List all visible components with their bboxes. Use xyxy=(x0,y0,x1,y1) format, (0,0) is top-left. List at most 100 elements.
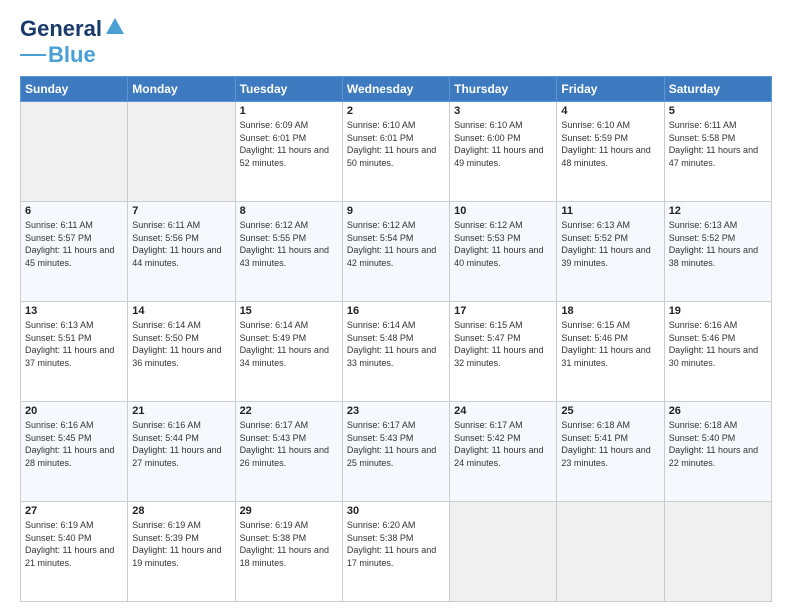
calendar-week-3: 13 Sunrise: 6:13 AM Sunset: 5:51 PM Dayli… xyxy=(21,302,772,402)
day-number: 24 xyxy=(454,405,552,417)
day-number: 28 xyxy=(132,505,230,517)
day-info: Sunrise: 6:11 AM Sunset: 5:58 PM Dayligh… xyxy=(669,119,767,169)
day-number: 12 xyxy=(669,205,767,217)
calendar-cell: 23 Sunrise: 6:17 AM Sunset: 5:43 PM Dayli… xyxy=(342,402,449,502)
day-number: 10 xyxy=(454,205,552,217)
day-header-saturday: Saturday xyxy=(664,77,771,102)
calendar-cell: 4 Sunrise: 6:10 AM Sunset: 5:59 PM Daylig… xyxy=(557,102,664,202)
day-info: Sunrise: 6:14 AM Sunset: 5:48 PM Dayligh… xyxy=(347,319,445,369)
day-info: Sunrise: 6:18 AM Sunset: 5:40 PM Dayligh… xyxy=(669,419,767,469)
day-info: Sunrise: 6:19 AM Sunset: 5:38 PM Dayligh… xyxy=(240,519,338,569)
day-info: Sunrise: 6:16 AM Sunset: 5:44 PM Dayligh… xyxy=(132,419,230,469)
calendar-cell: 3 Sunrise: 6:10 AM Sunset: 6:00 PM Daylig… xyxy=(450,102,557,202)
logo-blue: Blue xyxy=(48,42,96,68)
logo: General Blue xyxy=(20,16,126,68)
calendar-cell: 15 Sunrise: 6:14 AM Sunset: 5:49 PM Dayli… xyxy=(235,302,342,402)
day-info: Sunrise: 6:16 AM Sunset: 5:45 PM Dayligh… xyxy=(25,419,123,469)
day-info: Sunrise: 6:17 AM Sunset: 5:43 PM Dayligh… xyxy=(240,419,338,469)
day-info: Sunrise: 6:09 AM Sunset: 6:01 PM Dayligh… xyxy=(240,119,338,169)
calendar-cell: 6Sunrise: 6:11 AM Sunset: 5:57 PM Daylig… xyxy=(21,202,128,302)
calendar-week-1: 1 Sunrise: 6:09 AM Sunset: 6:01 PM Daylig… xyxy=(21,102,772,202)
calendar-cell xyxy=(557,502,664,602)
calendar-cell xyxy=(128,102,235,202)
calendar-cell: 27 Sunrise: 6:19 AM Sunset: 5:40 PM Dayli… xyxy=(21,502,128,602)
day-info: Sunrise: 6:11 AM Sunset: 5:56 PM Dayligh… xyxy=(132,219,230,269)
day-number: 22 xyxy=(240,405,338,417)
calendar-week-2: 6Sunrise: 6:11 AM Sunset: 5:57 PM Daylig… xyxy=(21,202,772,302)
calendar-cell: 21Sunrise: 6:16 AM Sunset: 5:44 PM Dayli… xyxy=(128,402,235,502)
calendar-week-4: 20 Sunrise: 6:16 AM Sunset: 5:45 PM Dayli… xyxy=(21,402,772,502)
day-number: 19 xyxy=(669,305,767,317)
day-info: Sunrise: 6:10 AM Sunset: 6:00 PM Dayligh… xyxy=(454,119,552,169)
calendar-cell: 11Sunrise: 6:13 AM Sunset: 5:52 PM Dayli… xyxy=(557,202,664,302)
day-info: Sunrise: 6:15 AM Sunset: 5:46 PM Dayligh… xyxy=(561,319,659,369)
calendar-cell xyxy=(21,102,128,202)
day-header-thursday: Thursday xyxy=(450,77,557,102)
day-info: Sunrise: 6:17 AM Sunset: 5:43 PM Dayligh… xyxy=(347,419,445,469)
calendar-cell: 20 Sunrise: 6:16 AM Sunset: 5:45 PM Dayli… xyxy=(21,402,128,502)
day-header-tuesday: Tuesday xyxy=(235,77,342,102)
day-number: 3 xyxy=(454,105,552,117)
logo-icon xyxy=(104,16,126,38)
day-header-wednesday: Wednesday xyxy=(342,77,449,102)
calendar-cell: 22 Sunrise: 6:17 AM Sunset: 5:43 PM Dayli… xyxy=(235,402,342,502)
calendar-cell: 14 Sunrise: 6:14 AM Sunset: 5:50 PM Dayli… xyxy=(128,302,235,402)
day-info: Sunrise: 6:10 AM Sunset: 6:01 PM Dayligh… xyxy=(347,119,445,169)
day-number: 8 xyxy=(240,205,338,217)
calendar-cell: 25Sunrise: 6:18 AM Sunset: 5:41 PM Dayli… xyxy=(557,402,664,502)
calendar-cell: 13 Sunrise: 6:13 AM Sunset: 5:51 PM Dayli… xyxy=(21,302,128,402)
calendar-cell xyxy=(664,502,771,602)
day-number: 5 xyxy=(669,105,767,117)
day-number: 25 xyxy=(561,405,659,417)
calendar-cell: 7Sunrise: 6:11 AM Sunset: 5:56 PM Daylig… xyxy=(128,202,235,302)
day-info: Sunrise: 6:13 AM Sunset: 5:51 PM Dayligh… xyxy=(25,319,123,369)
day-number: 29 xyxy=(240,505,338,517)
day-info: Sunrise: 6:14 AM Sunset: 5:50 PM Dayligh… xyxy=(132,319,230,369)
calendar-cell: 2 Sunrise: 6:10 AM Sunset: 6:01 PM Daylig… xyxy=(342,102,449,202)
day-info: Sunrise: 6:19 AM Sunset: 5:39 PM Dayligh… xyxy=(132,519,230,569)
day-number: 14 xyxy=(132,305,230,317)
day-info: Sunrise: 6:13 AM Sunset: 5:52 PM Dayligh… xyxy=(669,219,767,269)
calendar-cell: 12 Sunrise: 6:13 AM Sunset: 5:52 PM Dayli… xyxy=(664,202,771,302)
day-number: 17 xyxy=(454,305,552,317)
day-info: Sunrise: 6:15 AM Sunset: 5:47 PM Dayligh… xyxy=(454,319,552,369)
calendar-cell: 18 Sunrise: 6:15 AM Sunset: 5:46 PM Dayli… xyxy=(557,302,664,402)
day-header-monday: Monday xyxy=(128,77,235,102)
day-info: Sunrise: 6:12 AM Sunset: 5:54 PM Dayligh… xyxy=(347,219,445,269)
day-number: 13 xyxy=(25,305,123,317)
day-info: Sunrise: 6:12 AM Sunset: 5:55 PM Dayligh… xyxy=(240,219,338,269)
day-info: Sunrise: 6:17 AM Sunset: 5:42 PM Dayligh… xyxy=(454,419,552,469)
day-info: Sunrise: 6:13 AM Sunset: 5:52 PM Dayligh… xyxy=(561,219,659,269)
day-number: 26 xyxy=(669,405,767,417)
calendar-cell: 16Sunrise: 6:14 AM Sunset: 5:48 PM Dayli… xyxy=(342,302,449,402)
page: General Blue SundayMondayTuesdayWednesda… xyxy=(0,0,792,612)
day-number: 4 xyxy=(561,105,659,117)
calendar-header-row: SundayMondayTuesdayWednesdayThursdayFrid… xyxy=(21,77,772,102)
calendar-cell: 19 Sunrise: 6:16 AM Sunset: 5:46 PM Dayli… xyxy=(664,302,771,402)
day-info: Sunrise: 6:14 AM Sunset: 5:49 PM Dayligh… xyxy=(240,319,338,369)
day-number: 18 xyxy=(561,305,659,317)
day-info: Sunrise: 6:10 AM Sunset: 5:59 PM Dayligh… xyxy=(561,119,659,169)
calendar-cell: 10 Sunrise: 6:12 AM Sunset: 5:53 PM Dayli… xyxy=(450,202,557,302)
day-info: Sunrise: 6:16 AM Sunset: 5:46 PM Dayligh… xyxy=(669,319,767,369)
day-number: 9 xyxy=(347,205,445,217)
day-number: 23 xyxy=(347,405,445,417)
day-info: Sunrise: 6:12 AM Sunset: 5:53 PM Dayligh… xyxy=(454,219,552,269)
day-number: 27 xyxy=(25,505,123,517)
day-number: 1 xyxy=(240,105,338,117)
day-header-sunday: Sunday xyxy=(21,77,128,102)
calendar-cell: 17 Sunrise: 6:15 AM Sunset: 5:47 PM Dayli… xyxy=(450,302,557,402)
calendar-cell: 30Sunrise: 6:20 AM Sunset: 5:38 PM Dayli… xyxy=(342,502,449,602)
calendar-cell: 29 Sunrise: 6:19 AM Sunset: 5:38 PM Dayli… xyxy=(235,502,342,602)
day-number: 15 xyxy=(240,305,338,317)
day-number: 6 xyxy=(25,205,123,217)
day-number: 20 xyxy=(25,405,123,417)
day-number: 30 xyxy=(347,505,445,517)
calendar-cell: 8 Sunrise: 6:12 AM Sunset: 5:55 PM Daylig… xyxy=(235,202,342,302)
calendar-cell: 9 Sunrise: 6:12 AM Sunset: 5:54 PM Daylig… xyxy=(342,202,449,302)
day-number: 2 xyxy=(347,105,445,117)
header: General Blue xyxy=(20,16,772,68)
day-info: Sunrise: 6:19 AM Sunset: 5:40 PM Dayligh… xyxy=(25,519,123,569)
day-header-friday: Friday xyxy=(557,77,664,102)
calendar-cell: 1 Sunrise: 6:09 AM Sunset: 6:01 PM Daylig… xyxy=(235,102,342,202)
